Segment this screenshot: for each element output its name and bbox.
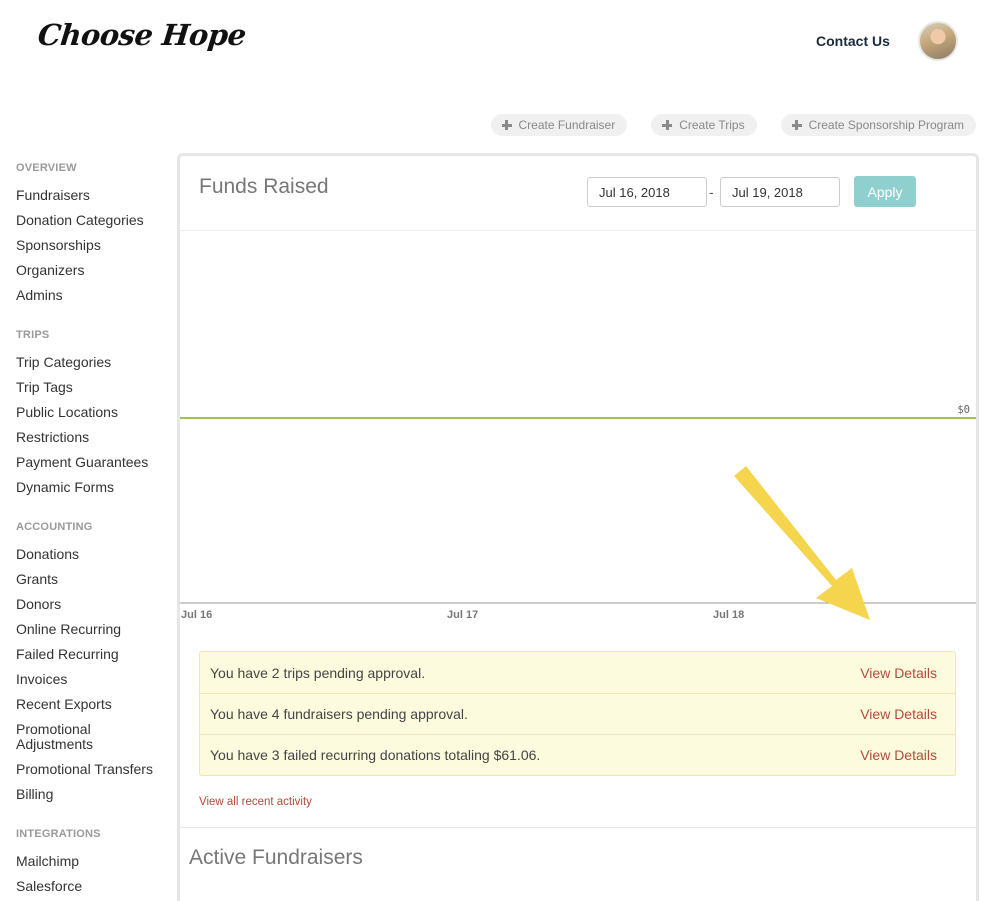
sidebar-item-payment-guarantees[interactable]: Payment Guarantees — [16, 450, 176, 475]
sidebar-section-trips: TRIPS Trip Categories Trip Tags Public L… — [16, 327, 176, 500]
alert-text: You have 4 fundraisers pending approval. — [210, 706, 468, 722]
sidebar-item-mailchimp[interactable]: Mailchimp — [16, 849, 176, 874]
create-sponsorship-program-label: Create Sponsorship Program — [808, 118, 964, 132]
create-trips-label: Create Trips — [679, 118, 745, 132]
active-fundraisers-title: Active Fundraisers — [189, 846, 363, 869]
contact-us-link[interactable]: Contact Us — [816, 33, 890, 49]
view-details-link[interactable]: View Details — [860, 665, 937, 681]
funds-raised-title: Funds Raised — [199, 175, 329, 198]
x-tick-label: Jul 18 — [713, 609, 744, 621]
sidebar-item-dynamic-forms[interactable]: Dynamic Forms — [16, 475, 176, 500]
funds-raised-chart: $0 Jul 16 Jul 17 Jul 18 — [180, 231, 976, 626]
plus-icon — [501, 120, 512, 130]
dashboard-panel: Funds Raised - Apply $0 Jul 16Jul 17Jul … — [177, 153, 979, 901]
sidebar-item-grants[interactable]: Grants — [16, 567, 176, 592]
chart-svg: $0 Jul 16 Jul 17 Jul 18 — [180, 404, 976, 621]
sidebar-section-title: OVERVIEW — [16, 162, 77, 174]
sidebar-item-promotional-adjustments[interactable]: Promotional Adjustments — [16, 717, 126, 757]
sidebar-section-title: ACCOUNTING — [16, 521, 93, 533]
sidebar-item-promotional-transfers[interactable]: Promotional Transfers — [16, 757, 176, 782]
sidebar-item-invoices[interactable]: Invoices — [16, 667, 176, 692]
sidebar-item-salesforce[interactable]: Salesforce — [16, 874, 176, 899]
y-value-label: $0 — [957, 404, 970, 416]
sidebar-section-overview: OVERVIEW Fundraisers Donation Categories… — [16, 160, 176, 308]
plus-icon — [791, 120, 802, 130]
create-sponsorship-program-button[interactable]: Create Sponsorship Program — [780, 114, 976, 136]
x-tick-label: Jul 17 — [447, 609, 478, 621]
alert-row: You have 2 trips pending approval. View … — [200, 652, 955, 693]
user-avatar[interactable] — [918, 21, 958, 61]
sidebar-item-trip-categories[interactable]: Trip Categories — [16, 350, 176, 375]
start-date-input[interactable] — [587, 177, 707, 207]
sidebar-section-title: TRIPS — [16, 329, 50, 341]
sidebar-item-trip-tags[interactable]: Trip Tags — [16, 375, 176, 400]
alerts-box: You have 2 trips pending approval. View … — [199, 651, 956, 776]
create-trips-button[interactable]: Create Trips — [651, 114, 757, 136]
date-range-separator: - — [709, 184, 714, 200]
view-details-link[interactable]: View Details — [860, 747, 937, 763]
quick-actions: Create Fundraiser Create Trips Create Sp… — [490, 114, 976, 136]
apply-button[interactable]: Apply — [854, 176, 916, 207]
sidebar-item-failed-recurring[interactable]: Failed Recurring — [16, 642, 176, 667]
x-tick-label: Jul 16 — [181, 609, 212, 621]
sidebar-item-recent-exports[interactable]: Recent Exports — [16, 692, 176, 717]
view-all-recent-activity-link[interactable]: View all recent activity — [199, 796, 312, 808]
alert-row: You have 3 failed recurring donations to… — [200, 734, 955, 775]
sidebar-item-billing[interactable]: Billing — [16, 782, 176, 807]
alert-text: You have 2 trips pending approval. — [210, 664, 426, 681]
view-details-link[interactable]: View Details — [860, 706, 937, 722]
sidebar-item-sponsorships[interactable]: Sponsorships — [16, 233, 176, 258]
sidebar-item-organizers[interactable]: Organizers — [16, 258, 176, 283]
x-axis-ticks: Jul 16 Jul 17 Jul 18 — [181, 609, 744, 621]
sidebar-item-fundraisers[interactable]: Fundraisers — [16, 183, 176, 208]
choose-hope-logo[interactable]: Choose Hope — [36, 18, 247, 52]
sidebar-item-online-recurring[interactable]: Online Recurring — [16, 617, 176, 642]
end-date-input[interactable] — [720, 177, 840, 207]
sidebar-item-public-locations[interactable]: Public Locations — [16, 400, 176, 425]
create-fundraiser-button[interactable]: Create Fundraiser — [490, 114, 628, 136]
sidebar-section-integrations: INTEGRATIONS Mailchimp Salesforce — [16, 826, 176, 899]
sidebar-section-accounting: ACCOUNTING Donations Grants Donors Onlin… — [16, 519, 176, 807]
sidebar-item-donation-categories[interactable]: Donation Categories — [16, 208, 176, 233]
create-fundraiser-label: Create Fundraiser — [518, 118, 616, 132]
sidebar-item-restrictions[interactable]: Restrictions — [16, 425, 176, 450]
alert-row: You have 4 fundraisers pending approval.… — [200, 693, 955, 734]
sidebar-section-title: INTEGRATIONS — [16, 828, 101, 840]
sidebar-nav: OVERVIEW Fundraisers Donation Categories… — [16, 160, 176, 901]
plus-icon — [662, 120, 673, 130]
sidebar-item-admins[interactable]: Admins — [16, 283, 176, 308]
sidebar-item-donors[interactable]: Donors — [16, 592, 176, 617]
alert-text: You have 3 failed recurring donations to… — [210, 747, 541, 763]
section-divider — [180, 827, 976, 828]
sidebar-item-donations[interactable]: Donations — [16, 542, 176, 567]
